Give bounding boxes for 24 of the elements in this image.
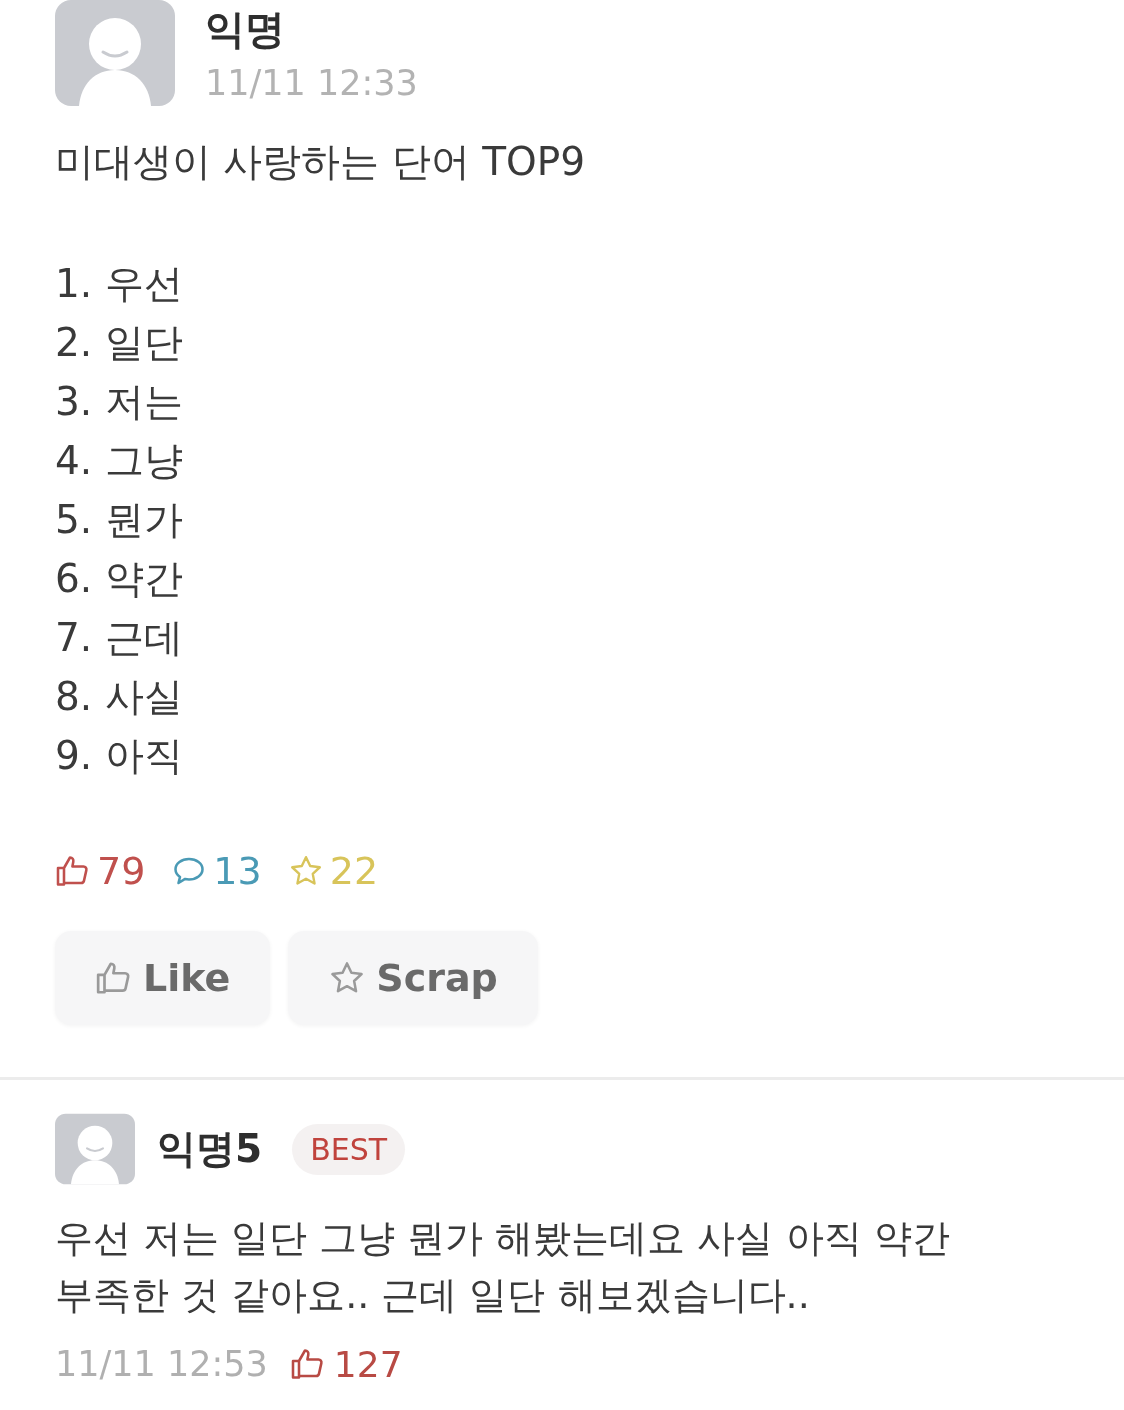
post-title: 미대생이 사랑하는 단어 TOP9 — [55, 138, 587, 186]
count-text: 79 — [97, 848, 146, 895]
list-item: 6. 약간 — [55, 555, 183, 603]
list-item: 3. 저는 — [55, 378, 183, 426]
list-item: 1. 우선 — [55, 260, 183, 308]
post-time: 11/11 12:33 — [205, 62, 418, 105]
list-item: 2. 일단 — [55, 319, 183, 367]
thumbs-up-icon — [289, 1346, 326, 1382]
scrap-button[interactable]: Scrap — [288, 931, 538, 1025]
list-item: 7. 근데 — [55, 614, 183, 662]
count-text: 13 — [213, 848, 262, 895]
like-button[interactable]: Like — [55, 931, 271, 1025]
count-text: 22 — [329, 848, 379, 895]
comment-text: 우선 저는 일단 그냥 뭔가 해봤는데요 사실 아직 약간 부족한 것 같아요.. 근데 일단 해보겠습니다.. — [55, 1215, 951, 1319]
list-item: 8. 사실 — [55, 673, 183, 721]
list-item: 9. 아직 — [55, 732, 183, 780]
best-badge: BEST — [292, 1123, 406, 1175]
list-item: 5. 뭔가 — [55, 496, 183, 544]
comment-author: 익명5 — [157, 1125, 263, 1173]
like-count: 127 — [333, 1343, 403, 1385]
author-name: 익명 — [205, 5, 286, 54]
avatar-icon — [55, 0, 175, 106]
list-item: 4. 그냥 — [55, 437, 183, 485]
comment-time: 11/11 12:53 — [55, 1344, 268, 1384]
